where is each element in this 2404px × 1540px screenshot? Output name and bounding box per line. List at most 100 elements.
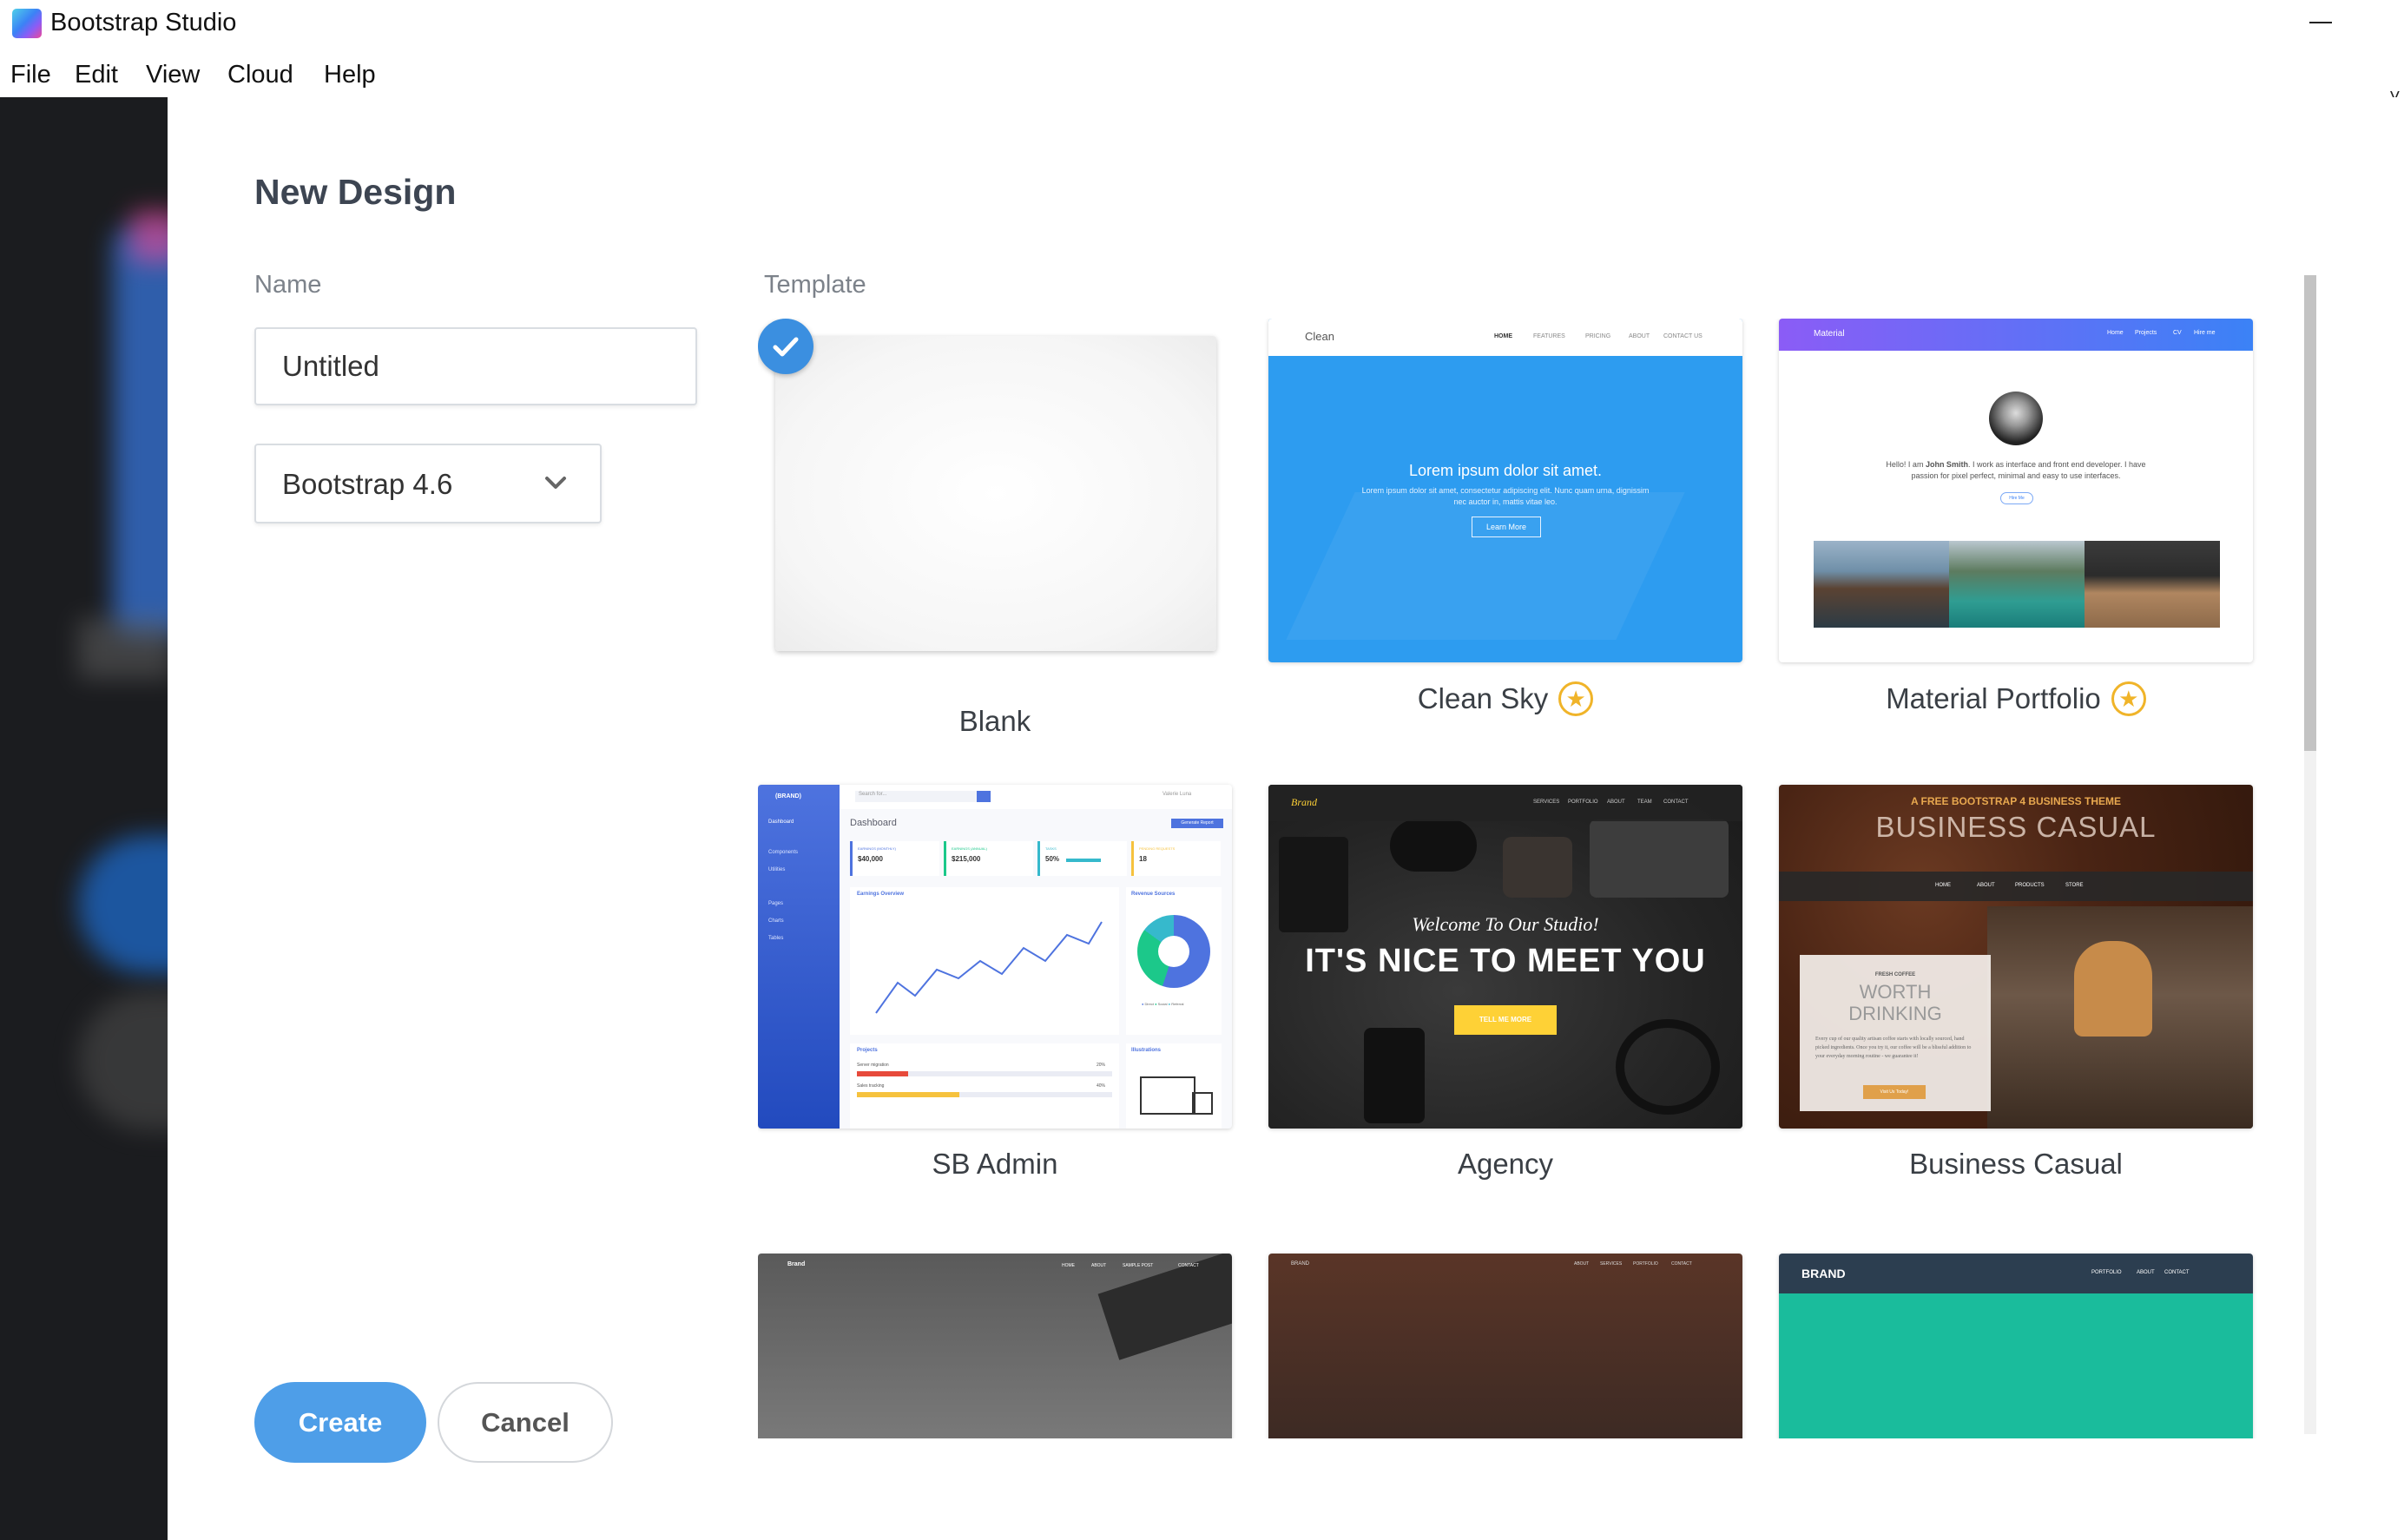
preview-button: Hire Me <box>2000 492 2033 504</box>
preview-nav-item: TEAM <box>1637 800 1652 805</box>
template-thumbnail-material-portfolio: Material Home Projects CV Hire me Hello!… <box>1779 319 2253 662</box>
preview-nav-item: ABOUT <box>1977 883 1995 888</box>
blurred-text <box>78 618 168 679</box>
preview-projects-panel: Projects Server migration 20% Sales trac… <box>850 1043 1119 1129</box>
blurred-button-secondary <box>78 991 168 1130</box>
menu-view[interactable]: View <box>146 61 200 89</box>
template-card-row3-1[interactable]: Brand HOME ABOUT SAMPLE POST CONTACT <box>758 1254 1232 1438</box>
preview-brand: Clean <box>1305 330 1334 343</box>
preview-side-item: Charts <box>768 918 784 924</box>
preview-nav-item: ABOUT <box>1574 1261 1590 1267</box>
preview-nav-item: PORTFOLIO <box>2091 1270 2122 1275</box>
template-card-material-portfolio[interactable]: Material Home Projects CV Hire me Hello!… <box>1779 319 2253 727</box>
preview-photo-cliff <box>1814 541 1949 628</box>
preview-keyboard-shape <box>1286 492 1685 640</box>
preview-nav-item: SERVICES <box>1533 800 1560 805</box>
preview-side-item: Tables <box>768 936 784 941</box>
cancel-button[interactable]: Cancel <box>438 1382 613 1463</box>
preview-nav-item: PRODUCTS <box>2015 883 2045 888</box>
preview-nav-item: CONTACT <box>1178 1263 1199 1268</box>
preview-notebook-shape <box>1590 819 1729 898</box>
preview-stat-card: TASKS 50% <box>1037 841 1127 876</box>
preview-person-shape <box>2074 941 2152 1037</box>
search-icon <box>977 791 991 802</box>
template-thumbnail-row3-1: Brand HOME ABOUT SAMPLE POST CONTACT <box>758 1254 1232 1438</box>
template-card-clean-sky[interactable]: Clean HOME FEATURES PRICING ABOUT CONTAC… <box>1268 319 1742 727</box>
preview-revenue-panel: Revenue Sources ● Direct ● Social ● Refe… <box>1126 887 1222 1035</box>
preview-avatar <box>1989 392 2043 445</box>
preview-nav-item: ABOUT <box>1091 1263 1107 1268</box>
template-card-business-casual[interactable]: A FREE BOOTSTRAP 4 BUSINESS THEME BUSINE… <box>1779 785 2253 1193</box>
create-button[interactable]: Create <box>254 1382 426 1463</box>
template-card-sb-admin[interactable]: (BRAND) Dashboard Components Utilities P… <box>758 785 1232 1193</box>
minimize-window-button[interactable] <box>2309 10 2332 28</box>
menu-bar: File Edit View Cloud Help <box>0 54 2404 97</box>
template-caption-business-casual: Business Casual <box>1909 1148 2123 1180</box>
preview-brand: Brand <box>1291 796 1317 808</box>
preview-intro: Hello! I am John Smith. I work as interf… <box>1886 460 2146 480</box>
template-caption-material-portfolio: Material Portfolio ★ <box>1779 681 2253 716</box>
template-card-agency[interactable]: Brand SERVICES PORTFOLIO ABOUT TEAM CONT… <box>1268 785 1742 1193</box>
preview-user: Valerie Luna <box>1162 792 1192 797</box>
preview-earnings-panel: Earnings Overview <box>850 887 1119 1035</box>
preview-nav-item: PRICING <box>1585 333 1611 339</box>
preview-nav-item: CONTACT <box>2164 1270 2190 1275</box>
window-title: Bootstrap Studio <box>50 9 237 36</box>
blurred-button <box>78 835 168 974</box>
template-grid: Blank Clean HOME FEATURES PRICING ABOUT … <box>758 319 2404 1438</box>
menu-file[interactable]: File <box>10 61 51 89</box>
star-icon: ★ <box>1558 681 1594 716</box>
preview-stat-card: EARNINGS (MONTHLY) $40,000 <box>850 841 939 876</box>
preview-nav-item: CV <box>2173 330 2182 336</box>
menu-help[interactable]: Help <box>324 61 376 89</box>
template-caption-agency: Agency <box>1457 1148 1554 1180</box>
preview-hero <box>1779 1293 2253 1438</box>
preview-legend: ● Direct ● Social ● Referral <box>1142 1002 1184 1006</box>
preview-brand: BRAND <box>1291 1261 1310 1267</box>
template-scrollbar[interactable] <box>2304 275 2316 1434</box>
template-caption-clean-sky: Clean Sky ★ <box>1268 681 1742 716</box>
preview-line-chart <box>875 921 1103 1014</box>
bootstrap-studio-logo-icon <box>12 9 42 38</box>
preview-stat-card: EARNINGS (ANNUAL) $215,000 <box>944 841 1033 876</box>
preview-brand: Material <box>1814 329 1845 339</box>
preview-nav-item: SAMPLE POST <box>1123 1263 1154 1268</box>
preview-nav-item: STORE <box>2065 883 2084 888</box>
preview-nav-item: SERVICES <box>1600 1261 1623 1267</box>
template-card-blank[interactable]: Blank <box>758 319 1249 737</box>
blurred-logo-accent <box>130 210 168 262</box>
preview-tagline: A FREE BOOTSTRAP 4 BUSINESS THEME <box>1910 795 2122 807</box>
preview-side-item: Utilities <box>768 867 786 872</box>
preview-bowtie-shape <box>1503 837 1572 898</box>
preview-search-text: Search for... <box>859 792 887 797</box>
template-caption-blank: Blank <box>958 705 1031 737</box>
preview-nav-item: CONTACT <box>1671 1261 1692 1267</box>
preview-side-item: Pages <box>768 901 784 906</box>
bootstrap-version-select[interactable]: Bootstrap 4.6 <box>254 444 602 523</box>
preview-nav-item: Hire me <box>2194 330 2216 336</box>
blurred-logo-shape <box>113 227 168 635</box>
preview-nav-item: PORTFOLIO <box>1633 1261 1658 1267</box>
preview-laptop-shape <box>1097 1254 1232 1360</box>
preview-nav-item: ABOUT <box>2137 1270 2155 1275</box>
preview-title: BUSINESS CASUAL <box>1875 811 2157 843</box>
preview-nav-item: ABOUT <box>1629 333 1650 339</box>
scrollbar-thumb[interactable] <box>2304 275 2316 751</box>
preview-welcome: Welcome To Our Studio! <box>1412 913 1599 935</box>
preview-brand: BRAND <box>1801 1267 1846 1280</box>
menu-edit[interactable]: Edit <box>75 61 118 89</box>
preview-body: Lorem ipsum dolor sit amet, consectetur … <box>1361 486 1650 506</box>
design-name-input[interactable] <box>254 327 697 405</box>
template-thumbnail-business-casual: A FREE BOOTSTRAP 4 BUSINESS THEME BUSINE… <box>1779 785 2253 1129</box>
selected-check-icon <box>758 319 813 374</box>
template-card-row3-2[interactable]: BRAND ABOUT SERVICES PORTFOLIO CONTACT <box>1268 1254 1742 1438</box>
background-app-blurred <box>0 97 168 1540</box>
chevron-down-icon <box>545 477 566 489</box>
preview-photo-lagoon <box>1949 541 2085 628</box>
preview-nav-item: CONTACT <box>1663 800 1689 805</box>
preview-nav-item: HOME <box>1935 883 1951 888</box>
template-card-row3-3[interactable]: BRAND PORTFOLIO ABOUT CONTACT <box>1779 1254 2253 1438</box>
preview-nav-item: ABOUT <box>1607 800 1625 805</box>
menu-cloud[interactable]: Cloud <box>227 61 293 89</box>
preview-nav-item: HOME <box>1494 333 1512 339</box>
